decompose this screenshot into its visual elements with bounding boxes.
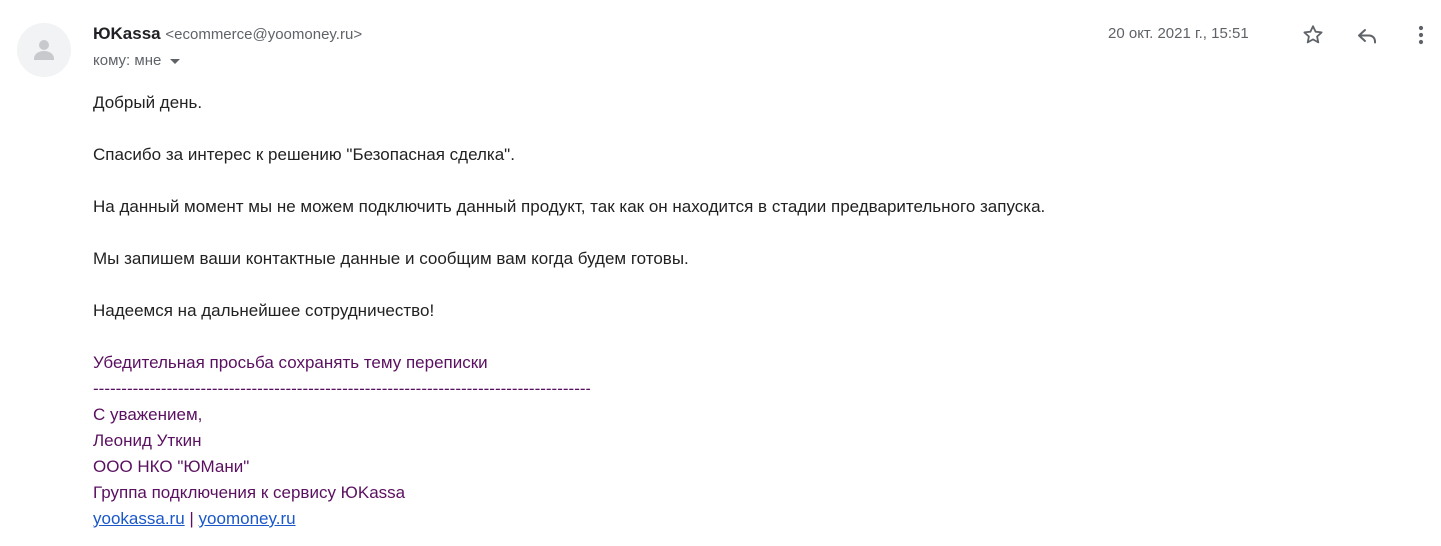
more-vert-icon[interactable] <box>1408 22 1434 48</box>
recipient-line: кому: мне <box>93 52 181 69</box>
reply-icon[interactable] <box>1354 22 1380 48</box>
sender-name[interactable]: ЮKassa <box>93 24 161 43</box>
link-separator: | <box>184 509 199 528</box>
body-paragraph-2: На данный момент мы не можем подключить … <box>93 197 1046 216</box>
sender-email: <ecommerce@yoomoney.ru> <box>165 26 363 43</box>
person-icon <box>34 40 54 60</box>
email-message: ЮKassa <ecommerce@yoomoney.ru> кому: мне… <box>0 0 1441 546</box>
signature-company: ООО НКО "ЮМани" <box>93 457 250 476</box>
body-paragraph-3: Мы запишем ваши контактные данные и сооб… <box>93 249 689 268</box>
chevron-down-icon[interactable] <box>170 59 181 64</box>
signature-department: Группа подключения к сервису ЮKassa <box>93 483 406 502</box>
sender-line: ЮKassa <ecommerce@yoomoney.ru> <box>93 24 362 45</box>
signature-person: Леонид Уткин <box>93 431 202 450</box>
avatar[interactable] <box>17 23 71 77</box>
signature-request: Убедительная просьба сохранять тему пере… <box>93 353 488 372</box>
star-icon[interactable] <box>1300 22 1326 48</box>
signature-regards: С уважением, <box>93 405 203 424</box>
email-body: Добрый день. Спасибо за интерес к решени… <box>93 90 1045 532</box>
greeting: Добрый день. <box>93 93 203 112</box>
link-yookassa[interactable]: yookassa.ru <box>93 509 185 528</box>
body-paragraph-4: Надеемся на дальнейшее сотрудничество! <box>93 301 435 320</box>
recipient-label: кому: мне <box>93 52 162 69</box>
signature-separator: ----------------------------------------… <box>93 379 590 398</box>
signature-links: yookassa.ru | yoomoney.ru <box>93 506 1045 532</box>
signature: Убедительная просьба сохранять тему пере… <box>93 350 1045 532</box>
email-date: 20 окт. 2021 г., 15:51 <box>1108 25 1249 42</box>
link-yoomoney[interactable]: yoomoney.ru <box>199 509 296 528</box>
body-paragraph-1: Спасибо за интерес к решению "Безопасная… <box>93 145 515 164</box>
